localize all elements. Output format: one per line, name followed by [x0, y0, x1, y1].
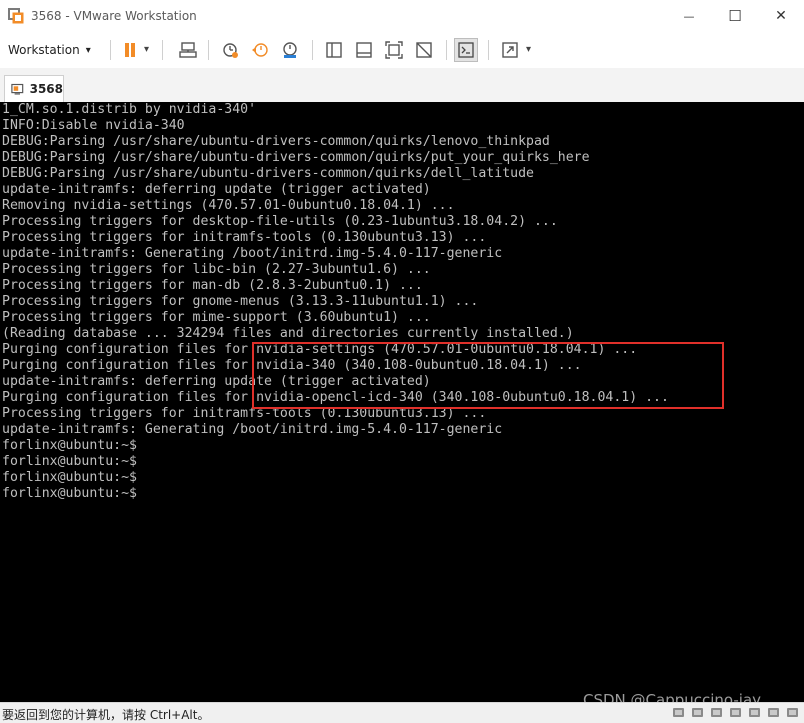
toolbar: Workstation ▾ ▾ ▾ — [0, 32, 804, 68]
library-icon — [326, 42, 342, 58]
vm-icon — [11, 83, 24, 95]
revert-snapshot-icon — [252, 43, 268, 57]
console-line: Processing triggers for libc-bin (2.27-3… — [2, 262, 431, 277]
console-line: forlinx@ubuntu:~$ — [2, 470, 137, 485]
pause-icon — [125, 43, 135, 57]
status-text: 要返回到您的计算机，请按 Ctrl+Alt。 — [2, 708, 210, 722]
stretch-icon — [416, 42, 432, 58]
vmware-logo-icon — [8, 8, 24, 24]
network-icon[interactable] — [709, 705, 724, 720]
thumbnail-bar-icon — [356, 42, 372, 58]
display-icon[interactable] — [785, 705, 800, 720]
console-line: DEBUG:Parsing /usr/share/ubuntu-drivers-… — [2, 134, 550, 149]
console-view-icon — [458, 42, 474, 58]
toolbar-divider — [488, 40, 489, 60]
toolbar-divider — [110, 40, 111, 60]
window-title: 3568 - VMware Workstation — [31, 9, 197, 23]
snapshot-button[interactable] — [218, 38, 242, 62]
console-line: (Reading database ... 324294 files and d… — [2, 326, 574, 341]
minimize-button[interactable]: — — [666, 0, 712, 32]
status-bar: 要返回到您的计算机，请按 Ctrl+Alt。 — [0, 702, 804, 723]
printer-icon[interactable] — [766, 705, 781, 720]
workstation-menu[interactable]: Workstation ▾ — [8, 40, 91, 60]
hard-disk-icon[interactable] — [671, 705, 686, 720]
console-line: update-initramfs: deferring update (trig… — [2, 182, 431, 197]
pause-dropdown-caret[interactable]: ▾ — [144, 44, 149, 55]
snapshot-manager-button[interactable] — [278, 38, 302, 62]
console-line: update-initramfs: Generating /boot/initr… — [2, 246, 503, 261]
toolbar-divider — [446, 40, 447, 60]
tab-label: 3568 — [29, 82, 63, 96]
console-view-button[interactable] — [454, 38, 478, 62]
device-status-icons — [671, 705, 800, 720]
title-bar: 3568 - VMware Workstation — ☐ ✕ — [0, 0, 804, 32]
chevron-down-icon: ▾ — [85, 44, 91, 56]
maximize-icon: ☐ — [728, 7, 742, 25]
stretch-guest-button[interactable] — [412, 38, 436, 62]
revert-snapshot-button[interactable] — [248, 38, 272, 62]
console-line: Processing triggers for initramfs-tools … — [2, 230, 487, 245]
console-line: DEBUG:Parsing /usr/share/ubuntu-drivers-… — [2, 166, 534, 181]
fullscreen-icon — [502, 42, 518, 58]
console-line: Processing triggers for gnome-menus (3.1… — [2, 294, 479, 309]
console-line: forlinx@ubuntu:~$ — [2, 454, 137, 469]
toolbar-divider — [208, 40, 209, 60]
console-line: DEBUG:Parsing /usr/share/ubuntu-drivers-… — [2, 150, 590, 165]
highlight-annotation-box — [252, 342, 724, 409]
console-line: Processing triggers for man-db (2.8.3-2u… — [2, 278, 423, 293]
console-line: update-initramfs: Generating /boot/initr… — [2, 422, 503, 437]
thumbnail-bar-button[interactable] — [352, 38, 376, 62]
tab-bar: 3568 — [0, 68, 804, 102]
snapshot-icon — [223, 43, 238, 58]
console-line: forlinx@ubuntu:~$ — [2, 486, 137, 501]
watermark: CSDN @Cappuccino-jay — [583, 691, 762, 702]
usb-icon[interactable] — [728, 705, 743, 720]
sound-icon[interactable] — [747, 705, 762, 720]
console-line: Removing nvidia-settings (470.57.01-0ubu… — [2, 198, 455, 213]
console-line: Processing triggers for mime-support (3.… — [2, 310, 431, 325]
snapshot-manager-icon — [283, 42, 297, 58]
console-line: INFO:Disable nvidia-340 — [2, 118, 185, 133]
fit-guest-icon — [385, 41, 403, 59]
send-ctrl-alt-del-button[interactable] — [176, 38, 200, 62]
pause-button[interactable] — [118, 38, 142, 62]
toolbar-divider — [312, 40, 313, 60]
fullscreen-dropdown-caret[interactable]: ▾ — [526, 44, 531, 55]
send-ctrl-alt-del-icon — [179, 42, 197, 58]
maximize-button[interactable]: ☐ — [712, 0, 758, 32]
fit-guest-button[interactable] — [382, 38, 406, 62]
console-line: 1_CM.so.1.distrib by nvidia-340' — [2, 102, 257, 117]
minimize-icon: — — [683, 9, 695, 23]
console-output: 1_CM.so.1.distrib by nvidia-340' INFO:Dis… — [2, 102, 669, 502]
vm-console[interactable]: 1_CM.so.1.distrib by nvidia-340' INFO:Dis… — [0, 102, 804, 702]
workstation-menu-label: Workstation — [8, 43, 80, 57]
cd-icon[interactable] — [690, 705, 705, 720]
fullscreen-button[interactable] — [498, 38, 522, 62]
console-line: Processing triggers for desktop-file-uti… — [2, 214, 558, 229]
library-button[interactable] — [322, 38, 346, 62]
close-icon: ✕ — [775, 8, 787, 24]
close-button[interactable]: ✕ — [758, 0, 804, 32]
tab-vm-3568[interactable]: 3568 — [4, 75, 64, 102]
toolbar-divider — [162, 40, 163, 60]
console-line: forlinx@ubuntu:~$ — [2, 438, 137, 453]
